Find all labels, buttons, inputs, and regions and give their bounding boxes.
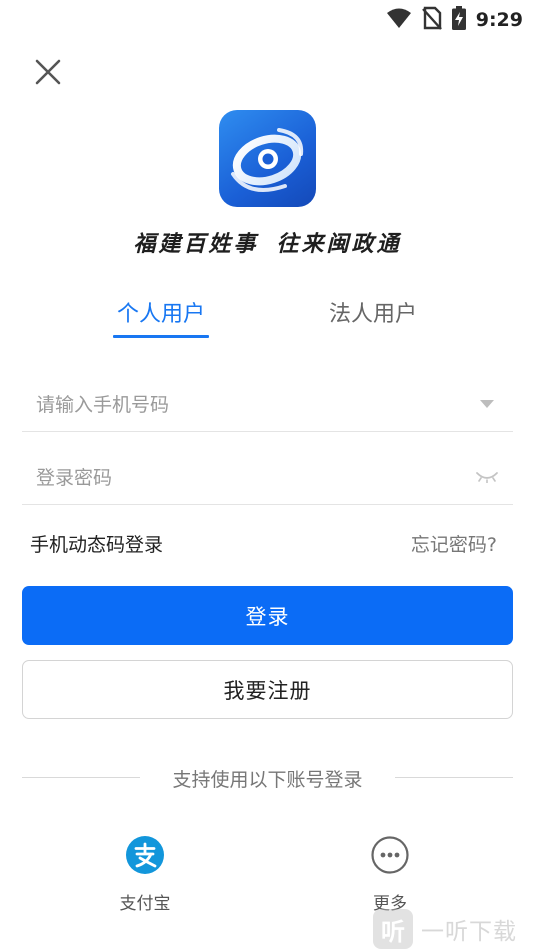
slogan: 福建百姓事 往来闽政通: [0, 226, 535, 258]
wifi-icon: [386, 7, 412, 33]
watermark-text: 一听下载: [421, 919, 517, 945]
watermark-logo: 听: [373, 909, 413, 949]
tab-personal-user[interactable]: 个人用户: [113, 296, 209, 340]
dropdown-arrow-icon[interactable]: [475, 394, 499, 414]
more-icon: [370, 835, 410, 875]
app-logo: [219, 110, 316, 207]
app-logo-icon: [231, 128, 304, 192]
sms-code-login-link[interactable]: 手机动态码登录: [30, 530, 163, 557]
slogan-part-2: 往来闽政通: [276, 231, 402, 257]
phone-input[interactable]: [36, 390, 456, 420]
phone-field: [22, 376, 513, 432]
login-options-row: 手机动态码登录 忘记密码?: [22, 528, 513, 558]
login-button[interactable]: 登录: [22, 586, 513, 645]
watermark: 听 一听下载: [373, 906, 535, 952]
alipay-label: 支付宝: [119, 894, 171, 914]
alt-login-divider: 支持使用以下账号登录: [22, 764, 513, 792]
divider-line-right: [395, 777, 513, 778]
eye-closed-icon[interactable]: [475, 467, 499, 487]
status-time: 9:29: [475, 9, 523, 31]
forgot-password-link[interactable]: 忘记密码?: [411, 530, 497, 557]
user-type-tabs: 个人用户 法人用户: [0, 296, 535, 340]
no-sim-icon: [421, 6, 442, 34]
close-icon: [35, 59, 61, 89]
password-input[interactable]: [36, 463, 456, 493]
alt-login-divider-text: 支持使用以下账号登录: [172, 769, 363, 791]
close-button[interactable]: [30, 56, 66, 92]
battery-charging-icon: [451, 6, 466, 34]
password-field: [22, 449, 513, 505]
slogan-part-1: 福建百姓事: [133, 231, 259, 257]
more-login-button[interactable]: 更多: [345, 833, 435, 914]
status-bar: 9:29: [0, 0, 535, 36]
register-button[interactable]: 我要注册: [22, 660, 513, 719]
status-icons: 9:29: [386, 6, 523, 34]
alipay-icon: [125, 835, 165, 875]
alipay-login-button[interactable]: 支付宝: [100, 833, 190, 914]
tab-corporate-user[interactable]: 法人用户: [325, 296, 421, 340]
